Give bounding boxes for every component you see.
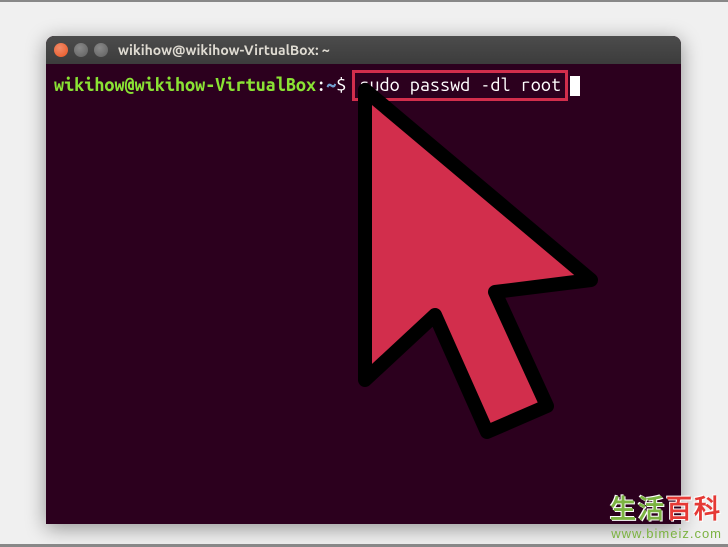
close-button[interactable] xyxy=(54,43,68,57)
watermark-text-1: 生活 xyxy=(610,494,666,524)
image-top-border xyxy=(0,0,728,2)
terminal-body[interactable]: wikihow@wikihow-VirtualBox:~$ sudo passw… xyxy=(46,64,681,107)
text-cursor xyxy=(570,76,580,96)
watermark-logo: 生活百科 xyxy=(610,489,722,526)
prompt-path: ~ xyxy=(326,73,336,98)
terminal-window: wikihow@wikihow-VirtualBox: ~ wikihow@wi… xyxy=(46,36,681,524)
watermark-url: www.bimeiz.com xyxy=(610,526,722,541)
window-title: wikihow@wikihow-VirtualBox: ~ xyxy=(118,42,330,58)
command-text: sudo passwd -dl root xyxy=(359,75,561,95)
window-controls xyxy=(54,43,108,57)
maximize-button[interactable] xyxy=(94,43,108,57)
watermark: 生活百科 www.bimeiz.com xyxy=(610,489,722,541)
prompt-dollar: $ xyxy=(336,73,346,98)
prompt-line: wikihow@wikihow-VirtualBox:~$ sudo passw… xyxy=(54,70,673,101)
minimize-button[interactable] xyxy=(74,43,88,57)
command-highlight-box: sudo passwd -dl root xyxy=(352,70,568,101)
titlebar[interactable]: wikihow@wikihow-VirtualBox: ~ xyxy=(46,36,681,64)
watermark-text-2: 百科 xyxy=(666,494,722,524)
prompt-separator: : xyxy=(316,73,326,98)
prompt-user-host: wikihow@wikihow-VirtualBox xyxy=(54,73,316,98)
